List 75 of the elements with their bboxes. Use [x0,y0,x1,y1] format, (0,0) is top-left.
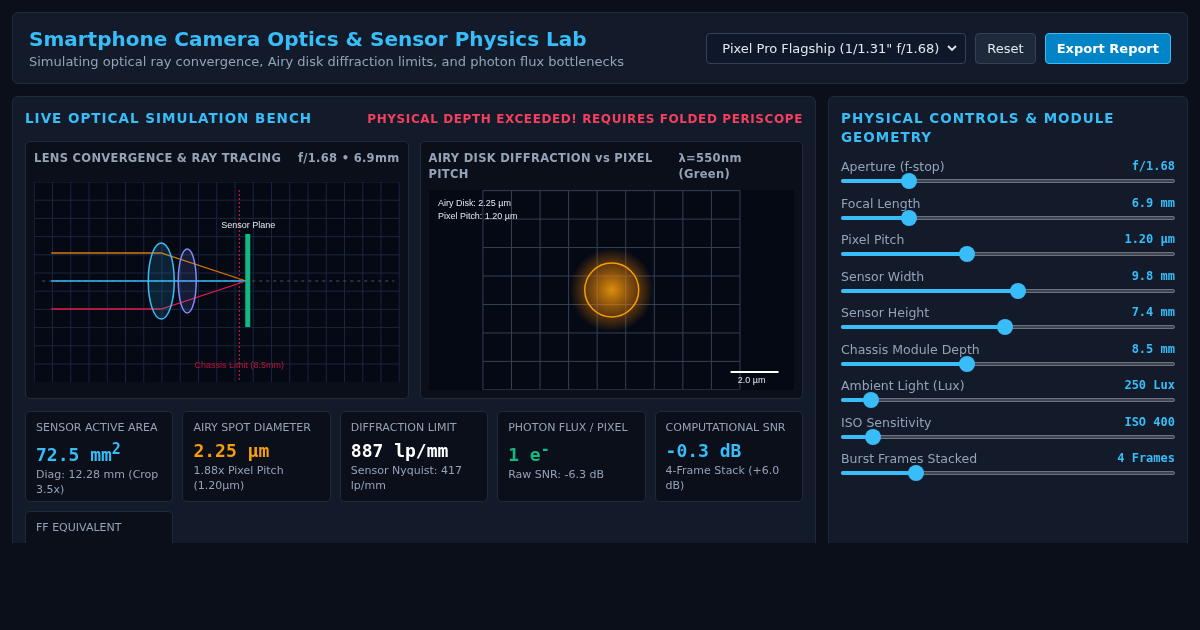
chevron-icon [947,43,958,53]
slider-label: Ambient Light (Lux) [841,378,965,393]
lens-icon [177,248,197,314]
app-title: Smartphone Camera Optics & Sensor Physics Lab [29,27,588,51]
slider-thumb[interactable] [907,465,924,481]
slider[interactable] [841,428,1175,445]
slider-value: 9.8 mm [1131,268,1175,284]
metric-label: AIRY SPOT DIAMETER [193,420,312,435]
chassis-label: Chassis Limit (8.5mm) [194,360,284,370]
metric-note: Sensor Nyquist: 417 lp/mm [350,463,463,493]
metric-note: Raw SNR: -6.3 dB [508,467,606,482]
metric-note: Diag: 12.28 mm (Crop 3.5x) [36,467,160,497]
scale-label: 2.0 µm [737,374,765,385]
slider[interactable] [841,173,1175,189]
slider-fill [841,434,867,439]
slider[interactable] [841,319,1175,335]
slider-thumb[interactable] [863,392,880,408]
section-title: PHYSICAL CONTROLS & MODULE GEOMETRY [841,109,1116,147]
preset-select[interactable]: Pixel Pro Flagship (1/1.31" f/1.68) [706,32,967,64]
card-title: LENS CONVERGENCE & RAY TRACING [34,150,282,166]
lens-icon [147,242,175,320]
slider[interactable] [841,355,1175,372]
slider-value: 250 Lux [1124,378,1175,393]
slider-label: Aperture (f-stop) [841,159,945,174]
slider-thumb[interactable] [958,355,975,372]
metric-label: SENSOR ACTIVE AREA [36,420,159,435]
slider-value: 8.5 mm [1131,341,1175,357]
slider-label: Pixel Pitch [841,232,905,247]
slider-fill [841,398,865,402]
slider-label: ISO Sensitivity [841,414,932,430]
metric-value: 887 lp/mm [350,440,450,461]
slider-value: 1.20 µm [1124,232,1175,247]
slider[interactable] [841,246,1175,262]
export-button[interactable]: Export Report [1044,32,1171,64]
metric-value: 1 e$^{-}$ [508,440,551,465]
slider[interactable] [841,209,1175,226]
slider-thumb[interactable] [901,173,918,189]
slider-value: f/1.68 [1131,159,1175,174]
slider-value: 4 Frames [1117,451,1175,466]
slider[interactable] [841,465,1175,481]
card-reading: λ=550nm (Green) [678,150,743,182]
slider[interactable] [841,282,1175,299]
sensor-label: Sensor Plane [221,220,276,230]
metric-value: -0.3 dB [665,440,743,461]
airy-disk-label: Airy Disk: 2.25 µm [437,198,511,209]
metric-note: 4-Frame Stack (+6.0 dB) [665,463,781,493]
metric-note: 1.88x Pixel Pitch (1.20µm) [193,463,285,493]
slider-label: Focal Length [841,195,921,211]
metric-label: PHOTON FLUX / PIXEL [508,420,629,435]
metric-value: 2.25 µm [193,440,271,461]
card-title: AIRY DISK DIFFRACTION vs PIXEL PITCH [428,150,654,182]
pixel-pitch-label: Pixel Pitch: 1.20 µm [437,211,517,222]
scale-bar [729,370,779,373]
metric-label: COMPUTATIONAL SNR [665,420,787,435]
metric-label: DIFFRACTION LIMIT [350,420,458,435]
slider-label: Chassis Module Depth [841,341,980,357]
slider-label: Sensor Width [841,268,925,284]
metric-value: 72.5 mm$^{2}$ [36,440,122,465]
slider-thumb[interactable] [864,428,881,445]
card-reading: f/1.68 • 6.9mm [298,150,400,166]
metric-label: FF EQUIVALENT [36,520,123,535]
slider-value: ISO 400 [1124,414,1175,430]
slider-thumb[interactable] [958,246,975,262]
slider-thumb[interactable] [901,209,918,226]
slider-label: Burst Frames Stacked [841,451,978,466]
slider-value: 7.4 mm [1131,305,1175,320]
slider-label: Sensor Height [841,305,930,320]
depth-warning: PHYSICAL DEPTH EXCEEDED! REQUIRES FOLDED PERISCOPE [367,111,803,126]
reset-button[interactable]: Reset [975,32,1036,64]
slider[interactable] [841,392,1175,408]
slider-value: 6.9 mm [1131,195,1175,211]
slider-thumb[interactable] [1009,282,1026,299]
app-subtitle: Simulating optical ray convergence, Airy disk diffraction limits, and photon flux bottlenecks [29,54,624,69]
slider-thumb[interactable] [996,319,1013,335]
section-title: LIVE OPTICAL SIMULATION BENCH [25,109,313,128]
